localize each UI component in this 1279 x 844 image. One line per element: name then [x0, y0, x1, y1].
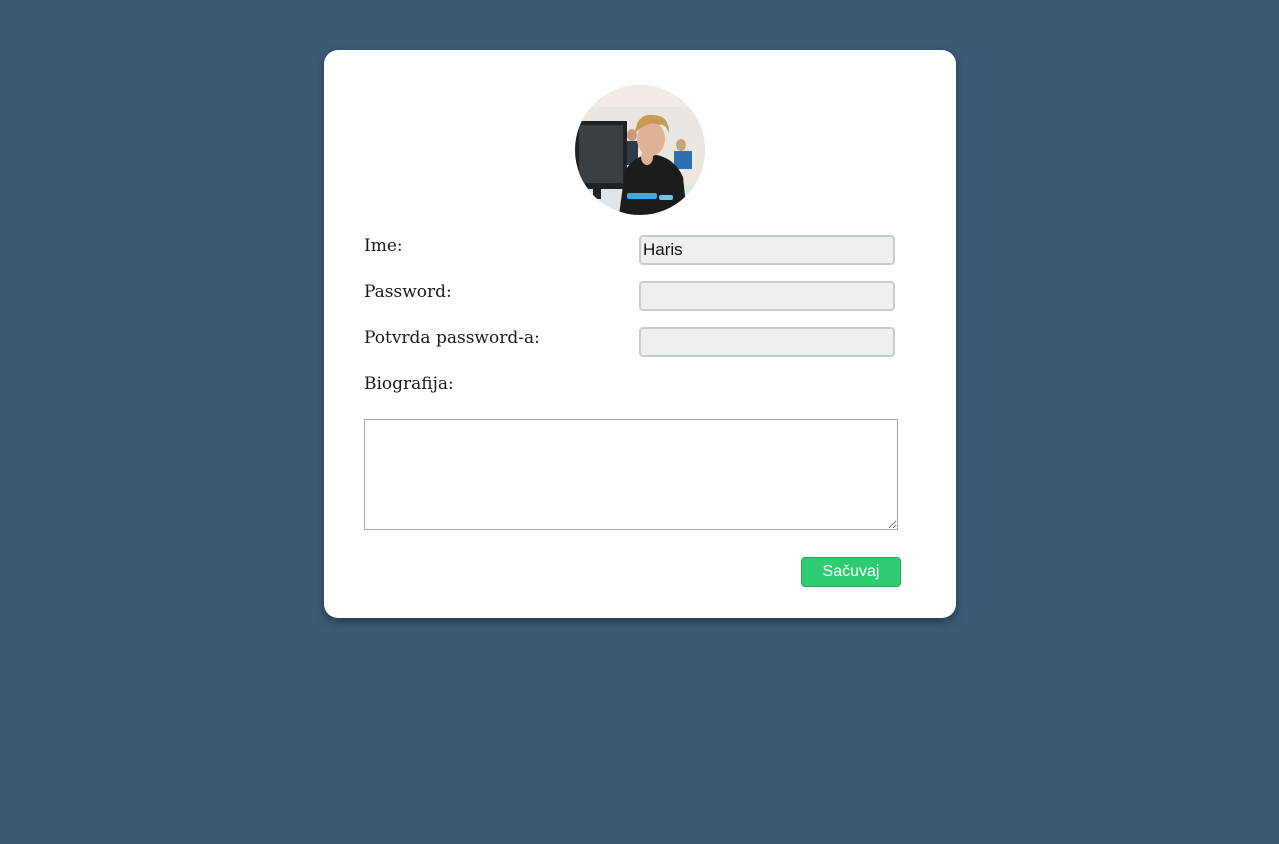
name-label: Ime: [364, 236, 403, 256]
avatar [575, 85, 705, 215]
avatar-photo [575, 85, 705, 215]
bio-textarea[interactable] [364, 419, 898, 530]
confirm-password-label: Potvrda password-a: [364, 328, 540, 348]
profile-card: Ime: Password: Potvrda password-a: Biogr… [324, 50, 956, 618]
password-input[interactable] [639, 281, 895, 311]
name-input[interactable] [639, 235, 895, 265]
save-button[interactable]: Sačuvaj [801, 557, 901, 587]
confirm-password-input[interactable] [639, 327, 895, 357]
bio-label: Biografija: [364, 374, 454, 394]
password-label: Password: [364, 282, 452, 302]
